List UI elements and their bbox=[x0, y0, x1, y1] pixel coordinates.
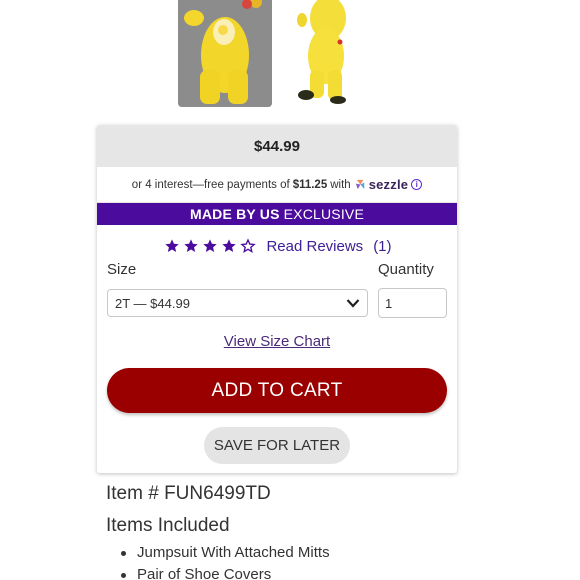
purchase-card: $44.99 or 4 interest—free payments of $1… bbox=[97, 125, 457, 473]
rating-row: Read Reviews (1) bbox=[97, 235, 457, 257]
add-to-cart-button[interactable]: ADD TO CART bbox=[107, 368, 447, 413]
sezzle-logo[interactable]: sezzle bbox=[354, 177, 409, 192]
product-thumbnail-front[interactable] bbox=[178, 0, 272, 107]
sezzle-amount: $11.25 bbox=[292, 178, 328, 191]
star-filled-icon bbox=[184, 239, 198, 252]
exclusive-bold-text: MADE BY US bbox=[189, 206, 280, 222]
quantity-label: Quantity bbox=[378, 261, 434, 278]
sezzle-brand: sezzle bbox=[368, 177, 409, 192]
list-item: Jumpsuit With Attached Mitts bbox=[121, 542, 330, 564]
costume-side-image bbox=[288, 0, 378, 107]
sezzle-suffix: with bbox=[330, 178, 351, 191]
sezzle-logo-icon bbox=[355, 179, 364, 190]
product-price: $44.99 bbox=[254, 137, 300, 155]
quantity-input[interactable] bbox=[378, 288, 447, 318]
star-filled-icon bbox=[203, 239, 217, 252]
size-label: Size bbox=[107, 261, 137, 278]
size-select[interactable]: 2T — $44.99 bbox=[107, 289, 368, 317]
save-for-later-button[interactable]: SAVE FOR LATER bbox=[204, 427, 350, 464]
review-count: (1) bbox=[373, 237, 392, 255]
product-thumbnail-side[interactable] bbox=[288, 0, 378, 107]
star-filled-icon bbox=[165, 239, 179, 252]
list-item: Pair of Shoe Covers bbox=[121, 564, 330, 580]
exclusive-banner: MADE BY US EXCLUSIVE bbox=[97, 203, 457, 225]
star-rating bbox=[162, 238, 257, 254]
exclusive-text: EXCLUSIVE bbox=[283, 206, 365, 222]
star-filled-icon bbox=[222, 239, 236, 252]
view-size-chart-link[interactable]: View Size Chart bbox=[97, 333, 457, 350]
chevron-down-icon bbox=[346, 299, 360, 308]
size-selected-value: 2T — $44.99 bbox=[115, 295, 190, 311]
price-bar: $44.99 bbox=[97, 125, 457, 167]
items-included-heading: Items Included bbox=[106, 515, 230, 536]
costume-front-image bbox=[178, 0, 272, 107]
items-included-list: Jumpsuit With Attached Mitts Pair of Sho… bbox=[121, 542, 330, 580]
item-number: Item # FUN6499TD bbox=[106, 483, 271, 504]
sezzle-prefix: or 4 interest—free payments of bbox=[131, 178, 290, 191]
sezzle-installments: or 4 interest—free payments of $11.25 wi… bbox=[97, 167, 457, 203]
info-icon[interactable]: i bbox=[411, 179, 423, 190]
star-outline-icon bbox=[240, 238, 256, 253]
read-reviews-link[interactable]: Read Reviews bbox=[266, 238, 363, 255]
